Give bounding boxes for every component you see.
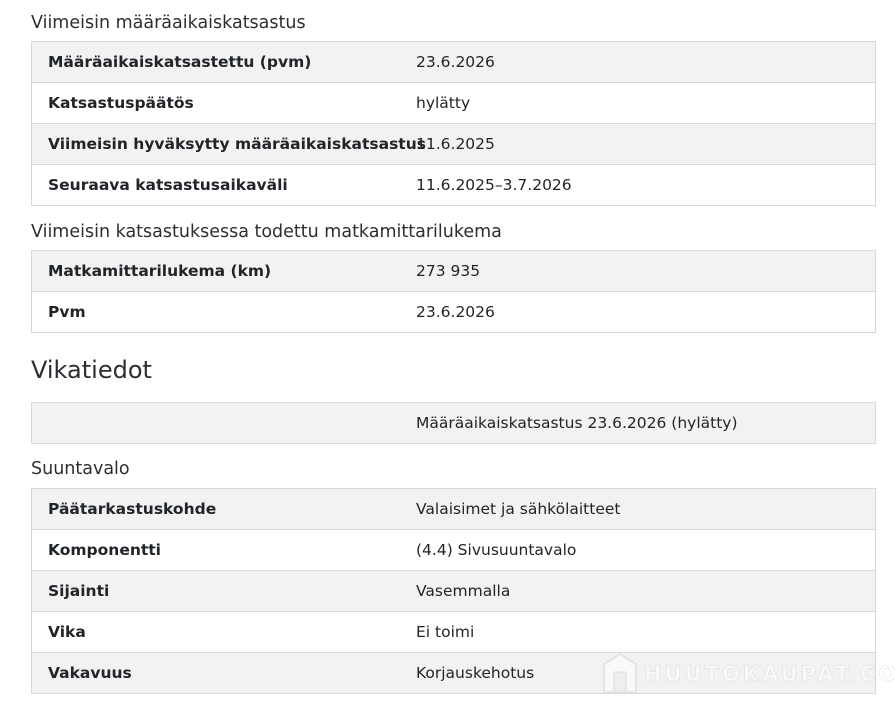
row-label: Sijainti <box>48 582 110 600</box>
row-label: Vika <box>48 623 86 641</box>
row-value: 273 935 <box>416 262 481 280</box>
row-value: 11.6.2025–3.7.2026 <box>416 176 572 194</box>
row-label: Katsastuspäätös <box>48 94 194 112</box>
table-row: Viimeisin hyväksytty määräaikaiskatsastu… <box>32 123 875 164</box>
row-label: Määräaikaiskatsastettu (pvm) <box>48 53 312 71</box>
table-row: Vika Ei toimi <box>32 611 875 652</box>
row-value: Valaisimet ja sähkölaitteet <box>416 500 621 518</box>
table-row: Komponentti (4.4) Sivusuuntavalo <box>32 529 875 570</box>
row-label: Pvm <box>48 303 86 321</box>
page: Viimeisin määräaikaiskatsastus Määräaika… <box>0 0 895 705</box>
row-value: (4.4) Sivusuuntavalo <box>416 541 577 559</box>
faults-summary-table: Määräaikaiskatsastus 23.6.2026 (hylätty) <box>31 402 876 444</box>
row-label: Viimeisin hyväksytty määräaikaiskatsastu… <box>48 135 426 153</box>
row-value: Korjauskehotus <box>416 664 535 682</box>
fault-subheading: Suuntavalo <box>31 459 130 479</box>
periodic-inspection-table: Määräaikaiskatsastettu (pvm) 23.6.2026 K… <box>31 41 876 206</box>
fault-details-table: Päätarkastuskohde Valaisimet ja sähkölai… <box>31 488 876 694</box>
table-row: Päätarkastuskohde Valaisimet ja sähkölai… <box>32 489 875 529</box>
row-label: Matkamittarilukema (km) <box>48 262 272 280</box>
row-label: Seuraava katsastusaikaväli <box>48 176 288 194</box>
row-value: 11.6.2025 <box>416 135 495 153</box>
faults-heading: Vikatiedot <box>31 356 152 384</box>
table-row: Määräaikaiskatsastus 23.6.2026 (hylätty) <box>32 403 875 443</box>
row-value: Määräaikaiskatsastus 23.6.2026 (hylätty) <box>416 414 738 432</box>
row-value: Ei toimi <box>416 623 475 641</box>
row-value: 23.6.2026 <box>416 53 495 71</box>
row-value: hylätty <box>416 94 471 112</box>
table-row: Määräaikaiskatsastettu (pvm) 23.6.2026 <box>32 42 875 82</box>
table-row: Katsastuspäätös hylätty <box>32 82 875 123</box>
table-row: Seuraava katsastusaikaväli 11.6.2025–3.7… <box>32 164 875 205</box>
table-row: Sijainti Vasemmalla <box>32 570 875 611</box>
periodic-inspection-heading: Viimeisin määräaikaiskatsastus <box>31 13 306 33</box>
table-row: Pvm 23.6.2026 <box>32 291 875 332</box>
row-value: Vasemmalla <box>416 582 511 600</box>
table-row: Matkamittarilukema (km) 273 935 <box>32 251 875 291</box>
row-value: 23.6.2026 <box>416 303 495 321</box>
table-row: Vakavuus Korjauskehotus <box>32 652 875 693</box>
row-label: Komponentti <box>48 541 161 559</box>
odometer-table: Matkamittarilukema (km) 273 935 Pvm 23.6… <box>31 250 876 333</box>
row-label: Vakavuus <box>48 664 132 682</box>
row-label: Päätarkastuskohde <box>48 500 217 518</box>
odometer-heading: Viimeisin katsastuksessa todettu matkami… <box>31 222 502 242</box>
